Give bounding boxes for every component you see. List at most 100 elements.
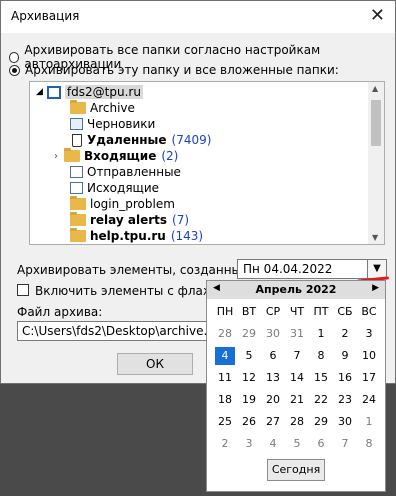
calendar-day[interactable]: 27 (263, 413, 283, 431)
tree-item-relay-alerts[interactable]: relay alerts (7) (70, 212, 189, 228)
radio-archive-this-label: Архивировать эту папку и все вложенные п… (25, 63, 339, 77)
calendar-header: ◀ Апрель 2022 ▶ (207, 281, 385, 299)
calendar-day[interactable]: 31 (287, 325, 307, 343)
archive-before-label: Архивировать элементы, созданные до: (17, 263, 272, 277)
tree-item-label: relay alerts (90, 213, 168, 227)
tree-root[interactable]: ◢ fds2@tpu.ru (36, 84, 143, 100)
tree-item-label: Удаленные (87, 133, 167, 147)
outbox-icon (70, 182, 83, 194)
folder-icon (70, 196, 86, 210)
tree-item-label: Archive (90, 101, 135, 115)
calendar-day[interactable]: 10 (359, 347, 379, 365)
radio-archive-this[interactable]: Архивировать эту папку и все вложенные п… (9, 63, 339, 77)
folder-icon (70, 228, 86, 242)
collapse-chevron-icon[interactable]: ◢ (36, 87, 43, 97)
calendar-day[interactable]: 4 (215, 347, 235, 365)
weekday-header: ПТ (313, 305, 329, 318)
calendar-day[interactable]: 22 (311, 391, 331, 409)
ok-button[interactable]: ОК (117, 353, 193, 375)
calendar-day[interactable]: 5 (239, 347, 259, 365)
close-icon[interactable]: ✕ (370, 5, 385, 26)
calendar-day[interactable]: 3 (239, 435, 259, 453)
folder-icon (70, 100, 86, 114)
tree-item-archive[interactable]: Archive (70, 100, 135, 116)
calendar-day[interactable]: 9 (335, 347, 355, 365)
unread-count: (7) (172, 213, 190, 227)
calendar-day[interactable]: 19 (239, 391, 259, 409)
calendar-day[interactable]: 28 (287, 413, 307, 431)
weekday-header: СБ (337, 305, 353, 318)
unread-count: (2) (161, 149, 179, 163)
scroll-up-icon[interactable]: ▲ (372, 84, 378, 93)
tree-item-label: Входящие (84, 149, 157, 163)
account-label: fds2@tpu.ru (64, 85, 143, 99)
calendar-day[interactable]: 16 (335, 369, 355, 387)
calendar-day[interactable]: 11 (215, 369, 235, 387)
folder-tree[interactable]: ◢ fds2@tpu.ru Archive Черновики Удаленны… (29, 81, 385, 245)
calendar-day[interactable]: 7 (287, 347, 307, 365)
window-title: Архивация (11, 9, 80, 23)
weekday-header: СР (265, 305, 281, 318)
expand-chevron-icon[interactable]: › (54, 151, 58, 162)
inbox-folder-icon (64, 148, 80, 162)
folder-icon (70, 212, 86, 226)
calendar-day[interactable]: 30 (335, 413, 355, 431)
tree-item-help-tpu[interactable]: help.tpu.ru (143) (70, 228, 203, 244)
drafts-icon (70, 118, 83, 130)
tree-item-login-problem[interactable]: login_problem (70, 196, 175, 212)
calendar-day[interactable]: 21 (287, 391, 307, 409)
sent-icon (70, 166, 83, 178)
tree-item-label: login_problem (90, 197, 175, 211)
mailbox-icon (46, 85, 61, 99)
archive-date-field[interactable]: Пн 04.04.2022 (237, 259, 387, 279)
weekday-header: ПН (216, 305, 234, 318)
radio-circle[interactable] (9, 51, 20, 63)
tree-item-label: Черновики (87, 117, 156, 131)
tree-item-sent[interactable]: Отправленные (70, 164, 181, 180)
tree-item-inbox[interactable]: › Входящие (2) (54, 148, 178, 164)
calendar-day[interactable]: 26 (239, 413, 259, 431)
calendar-day[interactable]: 4 (263, 435, 283, 453)
weekday-header: ВС (361, 305, 377, 318)
calendar-day[interactable]: 2 (335, 325, 355, 343)
titlebar: Архивация ✕ (1, 1, 395, 33)
calendar-day[interactable]: 13 (263, 369, 283, 387)
calendar-day[interactable]: 18 (215, 391, 235, 409)
calendar-day[interactable]: 3 (359, 325, 379, 343)
calendar-day[interactable]: 29 (311, 413, 331, 431)
weekday-header: ВТ (241, 305, 257, 318)
next-month-icon[interactable]: ▶ (372, 283, 379, 293)
calendar-day[interactable]: 29 (239, 325, 259, 343)
tree-item-drafts[interactable]: Черновики (70, 116, 155, 132)
calendar-day[interactable]: 20 (263, 391, 283, 409)
calendar-popup[interactable]: ◀ Апрель 2022 ▶ ПН ВТ СР ЧТ ПТ СБ ВС 28 29 30 31 1 2… (206, 280, 386, 492)
calendar-day[interactable]: 1 (359, 413, 379, 431)
tree-item-outbox[interactable]: Исходящие (70, 180, 159, 196)
scroll-thumb[interactable] (371, 100, 381, 146)
calendar-day[interactable]: 2 (215, 435, 235, 453)
radio-circle-checked[interactable] (9, 64, 20, 76)
calendar-day[interactable]: 30 (263, 325, 283, 343)
calendar-day[interactable]: 14 (287, 369, 307, 387)
calendar-day[interactable]: 28 (215, 325, 235, 343)
calendar-day[interactable]: 24 (359, 391, 379, 409)
trash-icon (72, 133, 82, 147)
calendar-day[interactable]: 12 (239, 369, 259, 387)
include-flagged-checkbox[interactable] (17, 284, 29, 296)
calendar-day[interactable]: 7 (335, 435, 355, 453)
calendar-day[interactable]: 1 (311, 325, 331, 343)
calendar-day[interactable]: 8 (311, 347, 331, 365)
calendar-day[interactable]: 17 (359, 369, 379, 387)
calendar-day[interactable]: 8 (359, 435, 379, 453)
calendar-day[interactable]: 5 (287, 435, 307, 453)
tree-scrollbar[interactable]: ▲ ▼ (368, 82, 384, 244)
today-button[interactable]: Сегодня (267, 459, 325, 481)
archive-file-path[interactable]: C:\Users\fds2\Desktop\archive.pst (17, 321, 226, 341)
calendar-day[interactable]: 25 (215, 413, 235, 431)
calendar-day[interactable]: 6 (311, 435, 331, 453)
scroll-down-icon[interactable]: ▼ (372, 233, 378, 242)
tree-item-deleted[interactable]: Удаленные (7409) (70, 132, 211, 148)
calendar-day[interactable]: 15 (311, 369, 331, 387)
calendar-day[interactable]: 23 (335, 391, 355, 409)
calendar-day[interactable]: 6 (263, 347, 283, 365)
